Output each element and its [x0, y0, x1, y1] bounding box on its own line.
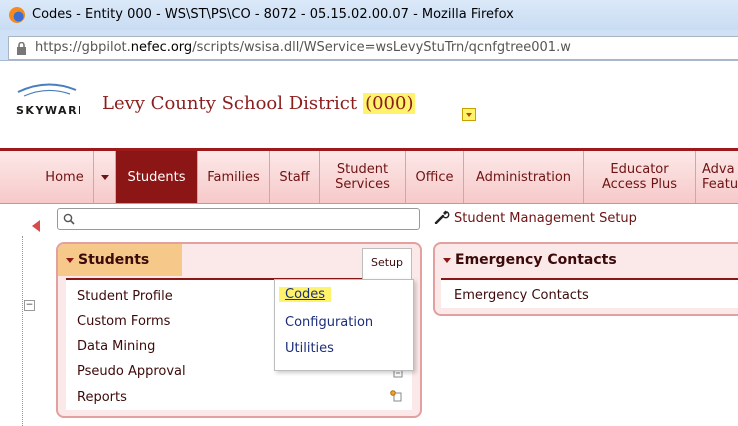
setup-menu: Codes Configuration Utilities	[274, 279, 414, 371]
emergency-contacts-panel-header[interactable]: Emergency Contacts	[435, 244, 738, 276]
main-nav: Home Students Families Staff Student Ser…	[0, 151, 738, 204]
url-bar[interactable]: https://gbpilot.nefec.org/scripts/wsisa.…	[8, 36, 738, 60]
nav-advanced-features[interactable]: Adva Featu	[696, 151, 738, 203]
nav-educator-access-plus[interactable]: Educator Access Plus	[584, 151, 696, 203]
link-reports[interactable]: Reports	[77, 390, 127, 405]
nav-home-dropdown[interactable]	[94, 151, 116, 203]
nav-administration[interactable]: Administration	[464, 151, 584, 203]
browser-titlebar: Codes - Entity 000 - WS\ST\PS\CO - 8072 …	[0, 0, 738, 61]
skyward-logo-text: SKYWARD	[16, 104, 80, 117]
search-input[interactable]	[57, 208, 420, 230]
nav-office-label: Office	[415, 169, 454, 185]
skyward-logo: SKYWARD	[16, 83, 80, 117]
nav-students[interactable]: Students	[116, 151, 198, 203]
entity-code[interactable]: (000)	[363, 93, 416, 114]
link-student-profile[interactable]: Student Profile	[77, 289, 173, 304]
search-icon	[63, 213, 75, 225]
chevron-down-icon	[66, 257, 74, 263]
students-panel-title: Students	[78, 252, 150, 268]
chevron-down-icon	[443, 257, 451, 263]
menu-item-codes[interactable]: Codes	[279, 287, 332, 302]
tree-lines	[22, 236, 37, 426]
wrench-icon	[434, 210, 450, 224]
chevron-down-icon	[100, 174, 109, 180]
menu-item-utilities[interactable]: Utilities	[285, 341, 334, 356]
menu-item-configuration[interactable]: Configuration	[285, 315, 373, 330]
nav-families[interactable]: Families	[198, 151, 270, 203]
nav-administration-label: Administration	[475, 169, 572, 185]
nav-student-services[interactable]: Student Services	[320, 151, 406, 203]
tree-expand-icon[interactable]: −	[24, 300, 35, 311]
link-pseudo-approval[interactable]: Pseudo Approval	[77, 364, 186, 379]
nav-families-label: Families	[207, 169, 260, 185]
lock-icon	[17, 42, 26, 55]
window-title: Codes - Entity 000 - WS\ST\PS\CO - 8072 …	[32, 7, 514, 22]
district-title: Levy County School District	[102, 93, 358, 114]
nav-office[interactable]: Office	[406, 151, 464, 203]
emergency-contacts-panel-title: Emergency Contacts	[455, 252, 617, 268]
url-text[interactable]: https://gbpilot.nefec.org/scripts/wsisa.…	[35, 40, 571, 55]
entity-dropdown-button[interactable]	[462, 108, 476, 121]
student-management-setup-link[interactable]: Student Management Setup	[434, 210, 637, 226]
link-emergency-contacts[interactable]: Emergency Contacts	[454, 288, 589, 303]
nav-staff[interactable]: Staff	[270, 151, 320, 203]
nav-students-label: Students	[127, 169, 186, 185]
student-management-setup-label: Student Management Setup	[454, 211, 637, 226]
collapse-arrow-icon[interactable]	[32, 220, 40, 232]
nav-home[interactable]: Home	[36, 151, 94, 203]
district-name: Levy County School District (000)	[102, 93, 416, 114]
firefox-icon	[9, 7, 25, 23]
link-data-mining[interactable]: Data Mining	[77, 339, 155, 354]
nav-educator-access-plus-label: Educator Access Plus	[601, 162, 678, 192]
setup-tab[interactable]: Setup	[362, 248, 412, 280]
report-settings-icon[interactable]	[390, 390, 402, 402]
nav-home-label: Home	[45, 169, 84, 185]
nav-student-services-label: Student Services	[335, 162, 390, 192]
students-panel-header[interactable]: Students	[58, 244, 182, 276]
nav-staff-label: Staff	[279, 169, 310, 185]
url-domain: nefec.org	[130, 40, 193, 55]
link-custom-forms[interactable]: Custom Forms	[77, 314, 170, 329]
emergency-contacts-panel: Emergency Contacts Emergency Contacts	[433, 242, 738, 316]
nav-advanced-features-label: Adva Featu	[702, 162, 738, 192]
url-suffix: /scripts/wsisa.dll/WService=wsLevyStuTrn…	[192, 40, 571, 55]
window-title-row: Codes - Entity 000 - WS\ST\PS\CO - 8072 …	[0, 0, 738, 30]
url-prefix: https://gbpilot.	[35, 40, 131, 55]
